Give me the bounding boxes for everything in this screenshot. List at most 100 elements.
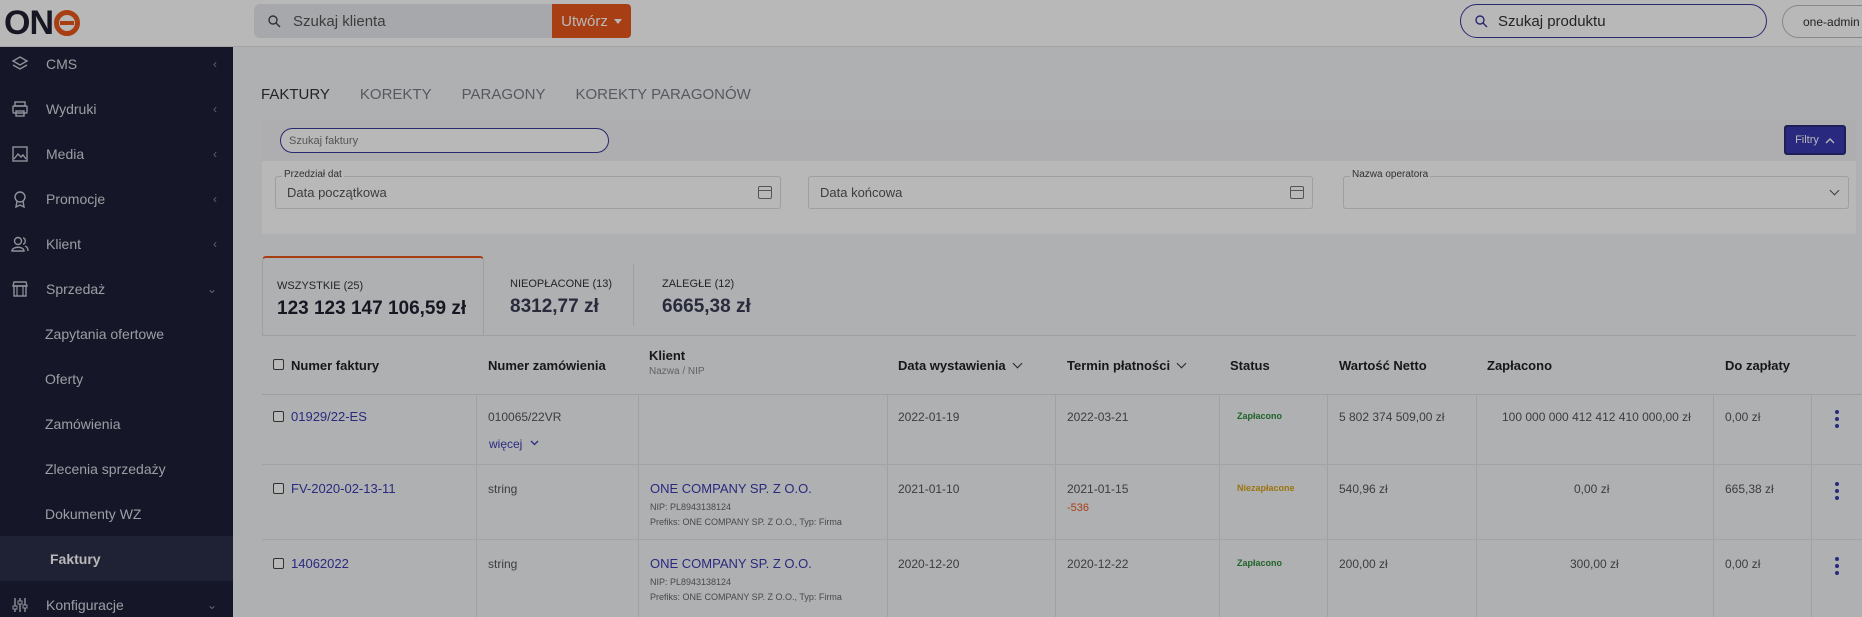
calendar-icon[interactable] <box>758 186 772 199</box>
tab-korekty[interactable]: KOREKTY <box>360 86 432 103</box>
status-badge: Zapłacono <box>1237 411 1283 421</box>
sidebar-subitem-oferty[interactable]: Oferty <box>0 356 233 401</box>
column-label: Numer faktury <box>291 357 380 373</box>
operator-select[interactable]: Nazwa operatora <box>1343 169 1849 209</box>
chevron-left-icon: ‹ <box>213 147 217 161</box>
sort-icon[interactable] <box>1176 358 1187 368</box>
order-number: 010065/22VR <box>488 410 562 424</box>
sidebar-item-label: Wydruki <box>46 100 97 117</box>
more-link[interactable]: więcej <box>489 437 522 451</box>
paid-value: 100 000 000 412 412 410 000,00 zł <box>1502 410 1691 424</box>
sidebar-item-wydruki[interactable]: Wydruki ‹ <box>0 86 233 131</box>
product-search-placeholder: Szukaj produktu <box>1498 12 1606 30</box>
filter-header: Szukaj faktury Filtry <box>262 119 1856 161</box>
column-status[interactable]: Status <box>1230 336 1270 394</box>
client-prefix: Prefiks: ONE COMPANY SP. Z O.O., Typ: Fi… <box>650 592 842 602</box>
column-label: Klient <box>649 348 686 363</box>
app-logo[interactable]: ON <box>4 4 80 42</box>
document-tabs: FAKTURY KOREKTY PARAGONY KOREKTY PARAGON… <box>261 86 751 103</box>
invoice-search-input[interactable]: Szukaj faktury <box>280 128 609 153</box>
client-search-input[interactable]: Szukaj klienta <box>254 4 552 38</box>
sidebar-item-klient[interactable]: Klient ‹ <box>0 221 233 266</box>
order-number: string <box>488 482 518 496</box>
select-all-checkbox[interactable] <box>273 359 284 370</box>
order-number: string <box>488 557 518 571</box>
row-actions-icon[interactable] <box>1835 482 1839 500</box>
invoice-number-link[interactable]: 01929/22-ES <box>291 409 367 424</box>
user-menu-button[interactable]: one-admin <box>1782 5 1862 38</box>
user-name: one-admin <box>1803 14 1860 29</box>
sidebar-item-cms[interactable]: CMS ‹ <box>0 41 233 86</box>
status-badge: Niezapłacone <box>1237 483 1295 493</box>
column-sublabel: Nazwa / NIP <box>649 366 705 377</box>
summary-all-tab[interactable]: WSZYSTKIE (25) 123 123 147 106,59 zł <box>262 256 484 336</box>
logo-e-icon <box>54 10 80 36</box>
invoice-search-placeholder: Szukaj faktury <box>289 134 359 147</box>
sidebar-item-label: Sprzedaż <box>46 280 106 297</box>
sidebar-subitem-label: Faktury <box>50 550 101 567</box>
table-row[interactable] <box>262 395 1862 465</box>
summary-unpaid-tab[interactable]: NIEOPŁACONE (13) 8312,77 zł <box>496 256 646 336</box>
sidebar-subitem-zlecenia[interactable]: Zlecenia sprzedaży <box>0 446 233 491</box>
column-label: Status <box>1230 357 1270 373</box>
column-due-date[interactable]: Termin płatności <box>1067 336 1187 394</box>
sidebar-subitem-zamowienia[interactable]: Zamówienia <box>0 401 233 446</box>
sidebar-item-media[interactable]: Media ‹ <box>0 131 233 176</box>
column-invoice-number[interactable]: Numer faktury <box>291 336 379 394</box>
sidebar-subitem-label: Zamówienia <box>45 415 121 432</box>
client-name-link[interactable]: ONE COMPANY SP. Z O.O. <box>650 556 812 571</box>
search-icon <box>1475 14 1488 27</box>
filter-panel: Szukaj faktury Filtry Przedział dat Data… <box>262 119 1856 234</box>
paid-value: 300,00 zł <box>1570 557 1619 571</box>
users-icon <box>11 235 29 253</box>
summary-value: 8312,77 zł <box>510 296 599 317</box>
sort-icon[interactable] <box>1012 358 1023 368</box>
chevron-down-icon <box>1829 185 1840 196</box>
invoice-number-link[interactable]: 14062022 <box>291 556 349 571</box>
row-checkbox[interactable] <box>273 483 284 494</box>
table-row[interactable] <box>262 540 1862 617</box>
create-button-label: Utwórz <box>561 12 608 30</box>
row-checkbox[interactable] <box>273 411 284 422</box>
column-net-value[interactable]: Wartość Netto <box>1339 336 1427 394</box>
invoice-number-link[interactable]: FV-2020-02-13-11 <box>291 481 396 496</box>
sidebar-subitem-zapytania[interactable]: Zapytania ofertowe <box>0 311 233 356</box>
paid-value: 0,00 zł <box>1574 482 1610 496</box>
filters-button[interactable]: Filtry <box>1784 125 1846 155</box>
create-button[interactable]: Utwórz <box>552 4 631 38</box>
date-end-field[interactable]: Data końcowa <box>808 176 1313 209</box>
issue-date: 2022-01-19 <box>898 410 960 424</box>
column-label: Termin płatności <box>1067 357 1171 373</box>
net-value: 200,00 zł <box>1339 557 1388 571</box>
image-icon <box>11 145 29 163</box>
column-label: Zapłacono <box>1487 357 1553 373</box>
date-start-field[interactable]: Przedział dat Data początkowa <box>275 169 781 209</box>
summary-label: ZALEGŁE (12) <box>662 278 735 290</box>
client-nip: NIP: PL8943138124 <box>650 577 732 587</box>
table-row[interactable] <box>262 465 1862 540</box>
column-paid[interactable]: Zapłacono <box>1487 336 1552 394</box>
issue-date: 2020-12-20 <box>898 557 960 571</box>
column-issue-date[interactable]: Data wystawienia <box>898 336 1023 394</box>
sidebar-subitem-faktury[interactable]: Faktury <box>0 536 233 581</box>
sidebar-item-label: Konfiguracje <box>46 596 124 613</box>
sidebar-item-promocje[interactable]: Promocje ‹ <box>0 176 233 221</box>
sidebar-item-konfiguracje[interactable]: Konfiguracje ⌄ <box>0 582 233 617</box>
column-to-pay[interactable]: Do zapłaty <box>1725 336 1790 394</box>
sidebar-item-label: Klient <box>46 235 82 252</box>
tab-faktury[interactable]: FAKTURY <box>261 86 330 103</box>
row-checkbox[interactable] <box>273 558 284 569</box>
sidebar-subitem-dokumenty-wz[interactable]: Dokumenty WZ <box>0 491 233 536</box>
product-search-input[interactable]: Szukaj produktu <box>1460 4 1767 38</box>
tab-paragony[interactable]: PARAGONY <box>462 86 546 103</box>
client-name-link[interactable]: ONE COMPANY SP. Z O.O. <box>650 481 812 496</box>
column-order-number[interactable]: Numer zamówienia <box>488 336 606 394</box>
row-actions-icon[interactable] <box>1835 557 1839 575</box>
row-actions-icon[interactable] <box>1835 410 1839 428</box>
tab-korekty-paragonow[interactable]: KOREKTY PARAGONÓW <box>576 86 751 103</box>
column-client[interactable]: Klient Nazwa / NIP <box>649 336 705 394</box>
calendar-icon[interactable] <box>1290 186 1304 199</box>
summary-overdue-tab[interactable]: ZALEGŁE (12) 6665,38 zł <box>648 256 798 336</box>
sidebar-item-sprzedaz[interactable]: Sprzedaż ⌄ <box>0 266 233 311</box>
summary-label: NIEOPŁACONE (13) <box>510 278 613 290</box>
